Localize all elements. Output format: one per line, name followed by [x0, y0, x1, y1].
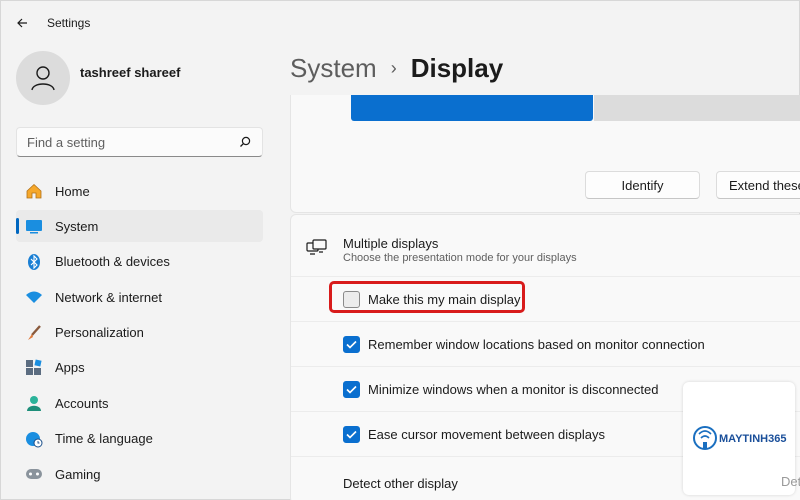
sidebar-item-label: Gaming — [55, 466, 101, 482]
ease-cursor-checkbox[interactable] — [343, 426, 360, 443]
accounts-icon — [24, 393, 44, 413]
globe-clock-icon — [24, 429, 44, 449]
clipped-text-fragment: Det — [781, 474, 800, 489]
back-arrow-icon — [17, 18, 27, 28]
page-title: Display — [410, 53, 504, 83]
breadcrumb-system[interactable]: System — [290, 53, 377, 84]
brush-icon — [24, 323, 44, 343]
search-input[interactable] — [27, 134, 238, 150]
apps-icon — [24, 358, 44, 378]
option-label: Remember window locations based on monit… — [368, 337, 705, 352]
display-arrangement-card: Identify Extend these — [290, 95, 800, 213]
checkmark-icon — [346, 430, 357, 439]
breadcrumb-separator: › — [390, 58, 397, 78]
minimize-windows-checkbox[interactable] — [343, 381, 360, 398]
option-row-remember-window-locations: Remember window locations based on monit… — [291, 322, 800, 367]
search-box[interactable] — [16, 127, 263, 157]
option-label: Ease cursor movement between displays — [368, 427, 606, 442]
sidebar-item-label: Home — [55, 183, 90, 199]
back-button[interactable] — [11, 12, 33, 34]
multiple-monitors-icon — [306, 239, 327, 255]
sidebar-item-system[interactable]: System — [16, 210, 263, 243]
app-title: Settings — [47, 16, 91, 30]
watermark-text: MAYTINH365 — [719, 433, 786, 445]
gamepad-icon — [24, 464, 44, 484]
wifi-icon — [24, 287, 44, 307]
sidebar-item-bluetooth-devices[interactable]: Bluetooth & devices — [16, 246, 263, 278]
sidebar-item-home[interactable]: Home — [16, 175, 263, 207]
search-icon[interactable] — [238, 135, 252, 149]
maytinh365-logo: MAYTINH365 — [693, 426, 786, 450]
multiple-displays-title: Multiple displays — [343, 236, 439, 251]
option-label: Minimize windows when a monitor is disco… — [368, 382, 659, 397]
multiple-displays-description: Choose the presentation mode for your di… — [343, 252, 577, 264]
checkmark-icon — [346, 340, 357, 349]
detect-other-display-label: Detect other display — [343, 476, 458, 491]
user-name: tashreef shareef — [80, 65, 181, 80]
person-icon — [31, 66, 55, 91]
title-bar: Settings — [1, 1, 800, 45]
sidebar-item-label: Time & language — [55, 431, 153, 447]
monitor-2-tile[interactable] — [594, 95, 800, 121]
system-icon — [24, 216, 44, 236]
monitor-1-tile[interactable] — [351, 95, 593, 121]
sidebar-item-label: Accounts — [55, 395, 109, 411]
sidebar-item-label: Bluetooth & devices — [55, 254, 170, 270]
watermark-logo: MAYTINH365 — [683, 382, 795, 495]
sidebar-item-time-language[interactable]: Time & language — [16, 423, 263, 455]
sidebar-item-label: Network & internet — [55, 289, 162, 305]
sidebar-item-label: Apps — [55, 360, 85, 376]
sidebar-item-apps[interactable]: Apps — [16, 352, 263, 384]
bluetooth-icon — [24, 252, 44, 272]
sidebar-item-gaming[interactable]: Gaming — [16, 458, 263, 490]
avatar[interactable] — [16, 51, 70, 105]
settings-window: Settings tashreef shareef Home — [0, 0, 800, 500]
identify-button[interactable]: Identify — [585, 171, 700, 199]
extend-displays-dropdown[interactable]: Extend these — [716, 171, 800, 199]
remember-window-locations-checkbox[interactable] — [343, 336, 360, 353]
sidebar-item-accounts[interactable]: Accounts — [16, 387, 263, 419]
sidebar-item-personalization[interactable]: Personalization — [16, 317, 263, 349]
sidebar-nav: Home System Bluetooth & devices Network … — [16, 175, 263, 494]
home-icon — [24, 181, 44, 201]
multiple-displays-header[interactable]: Multiple displays Choose the presentatio… — [291, 215, 800, 277]
checkmark-icon — [346, 385, 357, 394]
sidebar-item-network-internet[interactable]: Network & internet — [16, 281, 263, 313]
sidebar-item-label: System — [55, 218, 99, 234]
sidebar-item-label: Personalization — [55, 325, 144, 341]
breadcrumb: System › Display — [290, 53, 503, 84]
highlight-box — [329, 281, 525, 313]
